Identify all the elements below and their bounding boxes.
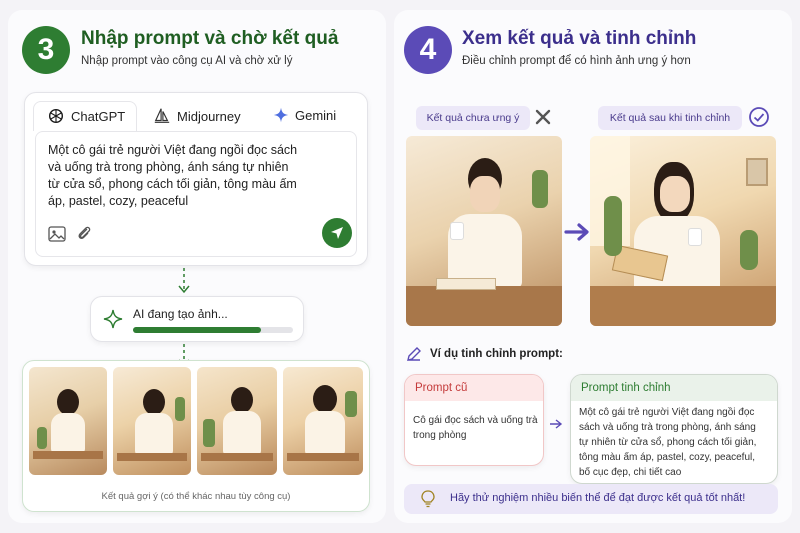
tip-bar: Hãy thử nghiệm nhiều biến thể để đạt đượ… [404, 484, 778, 514]
old-prompt-title: Prompt cũ [415, 382, 468, 394]
tip-text: Hãy thử nghiệm nhiều biến thể để đạt đượ… [450, 492, 746, 504]
flow-arrow-icon [178, 268, 190, 294]
tab-midjourney[interactable]: Midjourney [153, 107, 241, 125]
tab-label: Midjourney [177, 108, 241, 124]
results-card: Kết quả gợi ý (có thể khác nhau tùy công… [22, 360, 370, 512]
new-prompt-card: Prompt tinh chỉnh Một cô gái trẻ người V… [570, 374, 778, 484]
step-title: Xem kết quả và tinh chỉnh [462, 28, 697, 49]
result-image[interactable] [113, 367, 191, 475]
check-circle-icon [749, 107, 769, 127]
step-number-badge: 3 [22, 26, 70, 74]
prompt-line: áp, pastel, cozy, peaceful [48, 194, 189, 208]
before-image[interactable] [406, 136, 562, 326]
arrow-right-icon [564, 223, 589, 241]
prompt-line: Một cô gái trẻ người Việt đang ngồi đọc … [48, 143, 298, 157]
arrow-right-icon [550, 419, 563, 429]
tab-chatgpt[interactable]: ChatGPT [47, 107, 125, 125]
new-prompt-text: Một cô gái trẻ người Việt đang ngồi đọc … [579, 405, 756, 480]
progress-card: AI đang tạo ảnh... [90, 296, 304, 342]
progress-track [133, 327, 293, 333]
x-icon [535, 109, 551, 125]
old-prompt-line: trong phòng [413, 430, 467, 441]
lightbulb-icon [421, 490, 435, 508]
new-prompt-line: bố cục đẹp, chi tiết cao [579, 467, 682, 478]
progress-fill [133, 327, 261, 333]
example-heading: Ví dụ tinh chỉnh prompt: [430, 348, 563, 360]
new-prompt-line: tự nhiên từ cửa sổ, phong cách tối giản, [579, 437, 757, 448]
prompt-input-card: ChatGPT Midjourney Gemini Một cô gái trẻ… [24, 92, 368, 266]
result-image[interactable] [197, 367, 277, 475]
old-prompt-line: Cô gái đọc sách và uống trà [413, 415, 538, 426]
results-caption: Kết quả gợi ý (có thể khác nhau tùy công… [101, 491, 291, 502]
paperclip-icon[interactable] [76, 225, 92, 243]
sparkle-icon [103, 309, 123, 329]
step-subtitle: Nhập prompt vào công cụ AI và chờ xử lý [81, 55, 293, 67]
send-button[interactable] [322, 218, 352, 248]
progress-label: AI đang tạo ảnh... [133, 307, 228, 321]
prompt-line: và uống trà trong phòng, ánh sáng tự nhi… [48, 160, 289, 174]
prompt-line: từ cửa sổ, phong cách tối giản, tông màu… [48, 177, 297, 191]
result-image[interactable] [283, 367, 363, 475]
after-image[interactable] [590, 136, 776, 326]
after-label: Kết quả sau khi tinh chỉnh [598, 106, 742, 130]
step-title: Nhập prompt và chờ kết quả [81, 28, 339, 49]
prompt-textarea[interactable]: Một cô gái trẻ người Việt đang ngồi đọc … [35, 131, 357, 257]
openai-icon [48, 108, 64, 124]
result-image[interactable] [29, 367, 107, 475]
tab-gemini[interactable]: Gemini [273, 107, 336, 123]
step-4-panel: 4 Xem kết quả và tinh chỉnh Điều chỉnh p… [394, 10, 792, 523]
tab-label: Gemini [295, 107, 337, 123]
step-subtitle: Điều chỉnh prompt để có hình ảnh ưng ý h… [462, 55, 691, 67]
old-prompt-text: Cô gái đọc sách và uống trà trong phòng [413, 413, 538, 443]
new-prompt-line: tông màu ấm áp, pastel, cozy, peaceful, [579, 452, 756, 463]
sailboat-icon [154, 108, 170, 123]
step-number-badge: 4 [404, 26, 452, 74]
new-prompt-title: Prompt tinh chỉnh [581, 382, 671, 394]
step-3-panel: 3 Nhập prompt và chờ kết quả Nhập prompt… [8, 10, 386, 523]
image-icon[interactable] [48, 226, 66, 242]
old-prompt-card: Prompt cũ Cô gái đọc sách và uống trà tr… [404, 374, 544, 466]
sparkle-icon [273, 107, 289, 123]
pencil-icon [407, 347, 421, 361]
send-icon [331, 227, 343, 239]
tab-label: ChatGPT [71, 108, 126, 124]
new-prompt-line: sách và uống trà trong phòng, ánh sáng [579, 422, 756, 433]
before-label: Kết quả chưa ưng ý [416, 106, 530, 130]
new-prompt-line: Một cô gái trẻ người Việt đang ngồi đọc [579, 407, 755, 418]
